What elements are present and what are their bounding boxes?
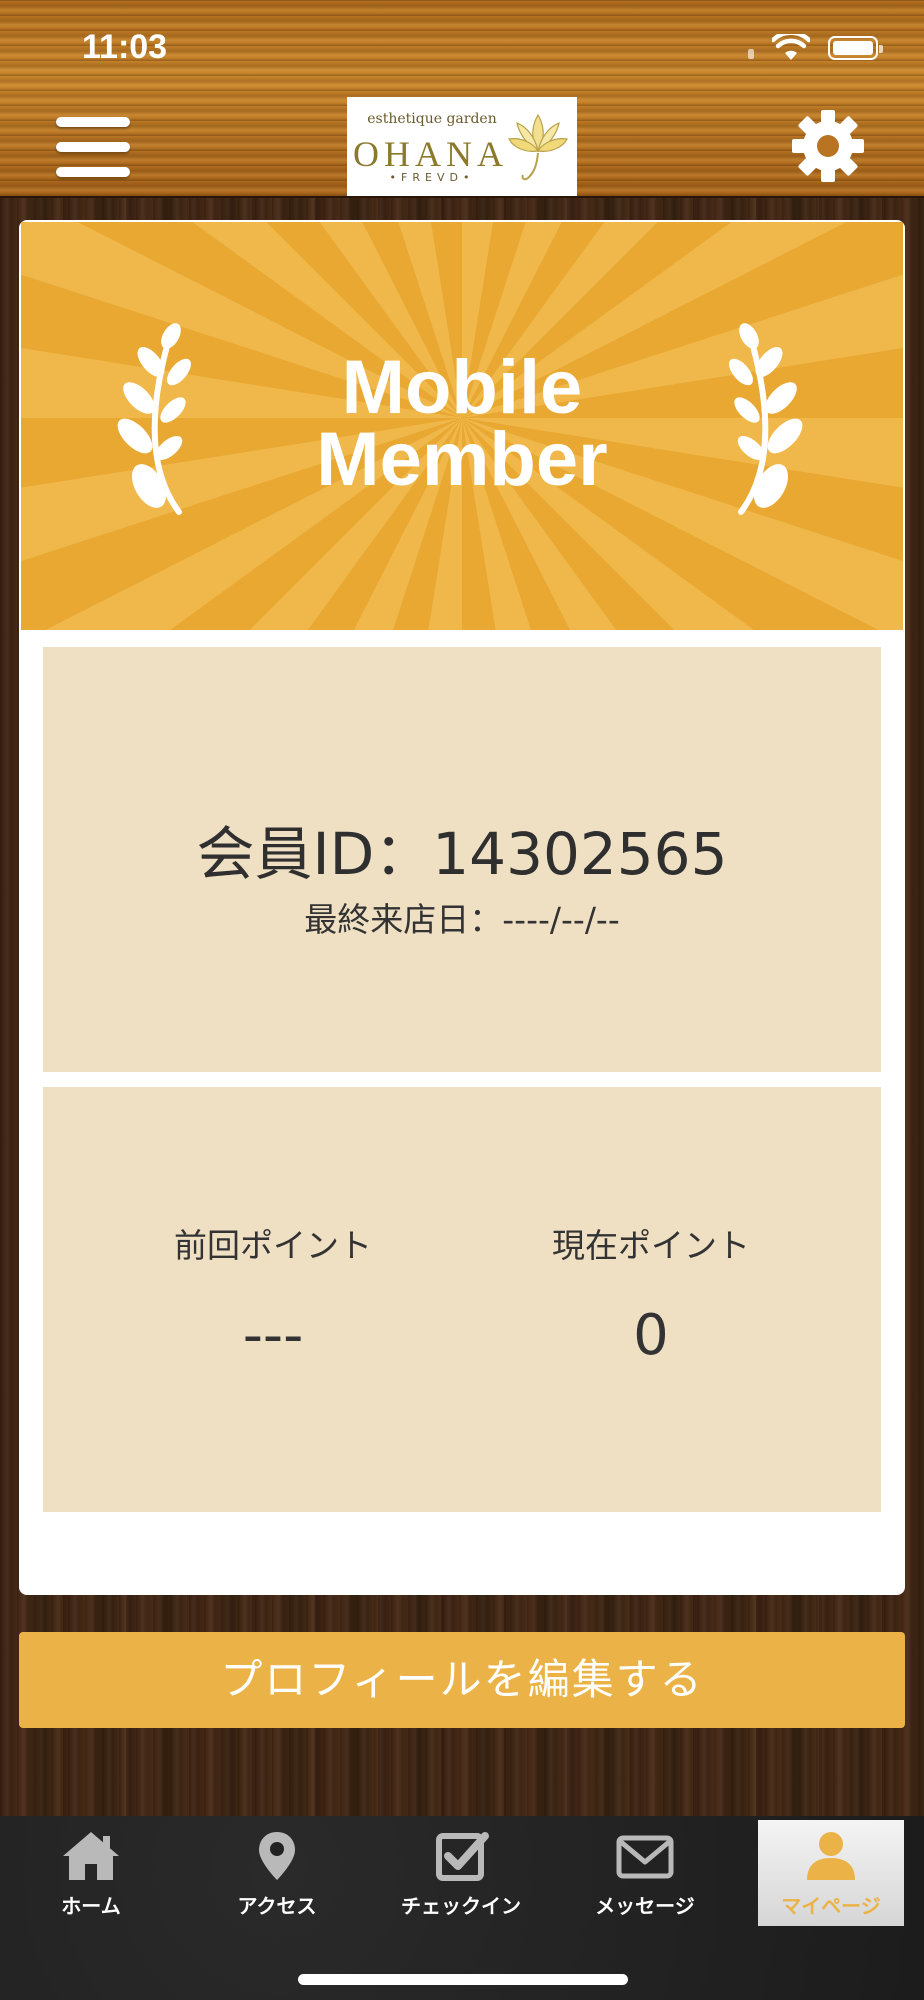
member-id-panel: 会員ID：14302565 最終来店日：----/--/-- bbox=[43, 647, 881, 1072]
current-points-value: 0 bbox=[633, 1303, 669, 1368]
tab-mypage[interactable]: マイページ bbox=[758, 1820, 904, 1926]
home-icon bbox=[63, 1832, 119, 1880]
tab-access[interactable]: アクセス bbox=[204, 1820, 350, 1926]
home-indicator[interactable] bbox=[298, 1974, 628, 1985]
previous-points-value: --- bbox=[242, 1303, 304, 1368]
bottom-tab-bar: ホーム アクセス チェックイン メッセージ マイページ bbox=[0, 1816, 924, 2000]
tab-label: ホーム bbox=[61, 1894, 121, 1918]
wifi-icon bbox=[772, 34, 810, 60]
edit-profile-button[interactable]: プロフィールを編集する bbox=[19, 1632, 905, 1728]
settings-gear-icon[interactable] bbox=[790, 108, 866, 184]
app-header: 11:03 esthetique garden OHANA •FREVD• bbox=[0, 0, 924, 198]
tab-label: メッセージ bbox=[595, 1894, 695, 1918]
tab-checkin[interactable]: チェックイン bbox=[388, 1820, 534, 1926]
status-icons bbox=[748, 34, 883, 62]
current-points: 現在ポイント 0 bbox=[501, 1219, 801, 1368]
ohana-logo: esthetique garden OHANA •FREVD• bbox=[347, 97, 577, 196]
current-points-label: 現在ポイント bbox=[552, 1226, 750, 1265]
tab-label: チェックイン bbox=[401, 1894, 521, 1918]
points-panel: 前回ポイント --- 現在ポイント 0 bbox=[43, 1087, 881, 1512]
mobile-member-banner: Mobile Member bbox=[21, 222, 903, 630]
person-icon bbox=[807, 1832, 855, 1880]
tab-label: マイページ bbox=[781, 1894, 881, 1918]
lotus-icon bbox=[508, 113, 568, 181]
map-pin-icon bbox=[259, 1832, 295, 1880]
member-id-text: 会員ID：14302565 bbox=[196, 820, 728, 888]
envelope-icon bbox=[616, 1835, 674, 1879]
logo-wordmark: OHANA bbox=[353, 134, 508, 174]
tab-label: アクセス bbox=[237, 1894, 317, 1918]
logo-tagline: esthetique garden bbox=[367, 111, 497, 127]
battery-icon bbox=[828, 36, 883, 60]
signal-icon bbox=[748, 49, 754, 59]
previous-points-label: 前回ポイント bbox=[174, 1226, 372, 1265]
last-visit-text: 最終来店日：----/--/-- bbox=[304, 900, 620, 939]
hamburger-menu-icon[interactable] bbox=[56, 115, 130, 179]
previous-points: 前回ポイント --- bbox=[123, 1219, 423, 1368]
status-time: 11:03 bbox=[82, 28, 168, 66]
logo-subtext: •FREVD• bbox=[389, 171, 475, 184]
member-card: Mobile Member 会員ID：14302565 最終来店日：----/-… bbox=[19, 220, 905, 1595]
laurel-right-icon bbox=[729, 323, 803, 515]
tab-message[interactable]: メッセージ bbox=[572, 1820, 718, 1926]
checkbox-icon bbox=[436, 1832, 489, 1881]
tab-home[interactable]: ホーム bbox=[18, 1820, 164, 1926]
